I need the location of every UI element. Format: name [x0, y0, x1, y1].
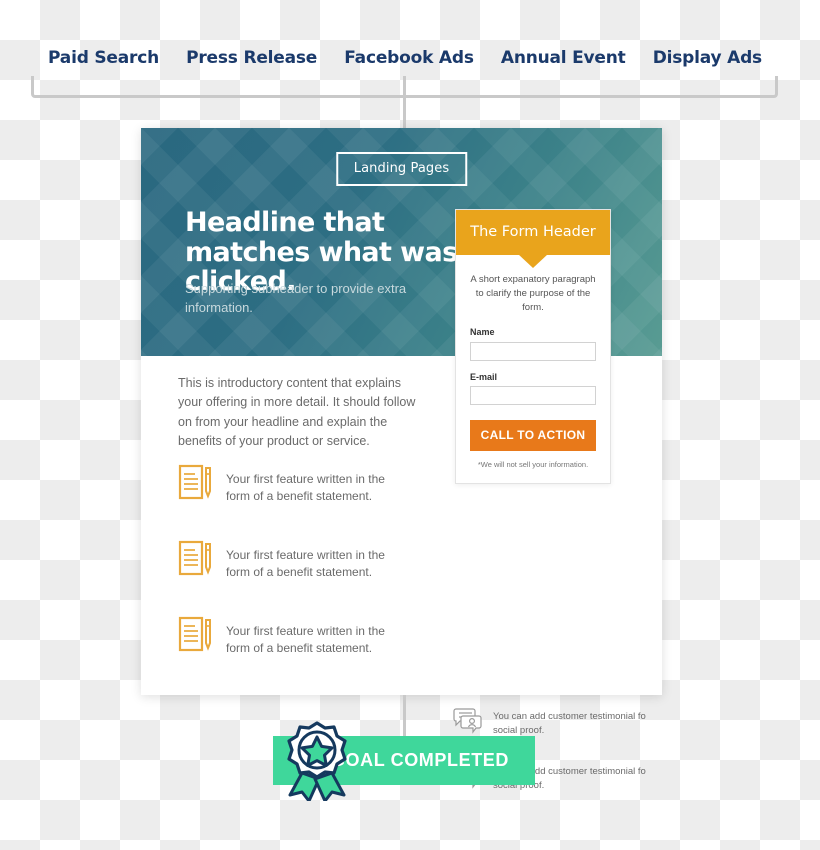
form-intro-text: A short expanatory paragraph to clarify …: [470, 274, 596, 313]
goal-vertical-stem: [403, 695, 406, 737]
document-pen-icon: [178, 540, 214, 583]
bracket-vertical-stem: [403, 76, 406, 128]
form-header-pointer-icon: [518, 254, 548, 268]
document-pen-icon: [178, 464, 214, 507]
channel-label-paid-search: Paid Search: [48, 48, 159, 68]
channel-label-facebook-ads: Facebook Ads: [344, 48, 474, 68]
email-field-label: E-mail: [470, 371, 498, 382]
feature-text: Your first feature written in the form o…: [226, 472, 385, 504]
channel-label-press-release: Press Release: [186, 48, 318, 68]
lead-capture-form: The Form Header A short expanatory parag…: [455, 209, 611, 485]
channel-label-display-ads: Display Ads: [652, 48, 762, 68]
form-body: A short expanatory paragraph to clarify …: [456, 255, 610, 483]
channel-label-annual-event: Annual Event: [500, 48, 626, 68]
feature-row: Your first feature written in the form o…: [178, 616, 453, 659]
email-input[interactable]: [470, 386, 596, 406]
name-input[interactable]: [470, 341, 596, 361]
call-to-action-button[interactable]: CALL TO ACTION: [470, 420, 596, 452]
landing-page-card: Landing Pages Headline that matches what…: [141, 128, 662, 791]
feature-row: Your first feature written in the form o…: [178, 540, 453, 583]
feature-text: Your first feature written in the form o…: [226, 548, 385, 580]
feature-text: Your first feature written in the form o…: [226, 624, 385, 656]
form-disclaimer-text: *We will not sell your information.: [477, 460, 589, 470]
landing-pages-badge: Landing Pages: [335, 152, 468, 186]
feature-list: Your first feature written in the form o…: [178, 464, 453, 692]
award-ribbon-icon: [278, 721, 358, 803]
hero-subheader: Supporting subheader to provide extra in…: [185, 281, 407, 315]
channel-label-bar: Paid Search Press Release Facebook Ads A…: [30, 40, 778, 76]
testimonial-text: You can add customer testimonial fo soci…: [493, 711, 646, 737]
feature-row: Your first feature written in the form o…: [178, 464, 453, 507]
document-pen-icon: [178, 616, 214, 659]
form-header: The Form Header: [456, 210, 610, 268]
testimonial-bubble-icon: [453, 706, 483, 739]
form-header-title: The Form Header: [470, 224, 596, 240]
intro-copy: This is introductory content that explai…: [178, 376, 416, 449]
testimonial-row: You can add customer testimonial fo soci…: [453, 706, 653, 739]
name-field-label: Name: [470, 327, 495, 338]
